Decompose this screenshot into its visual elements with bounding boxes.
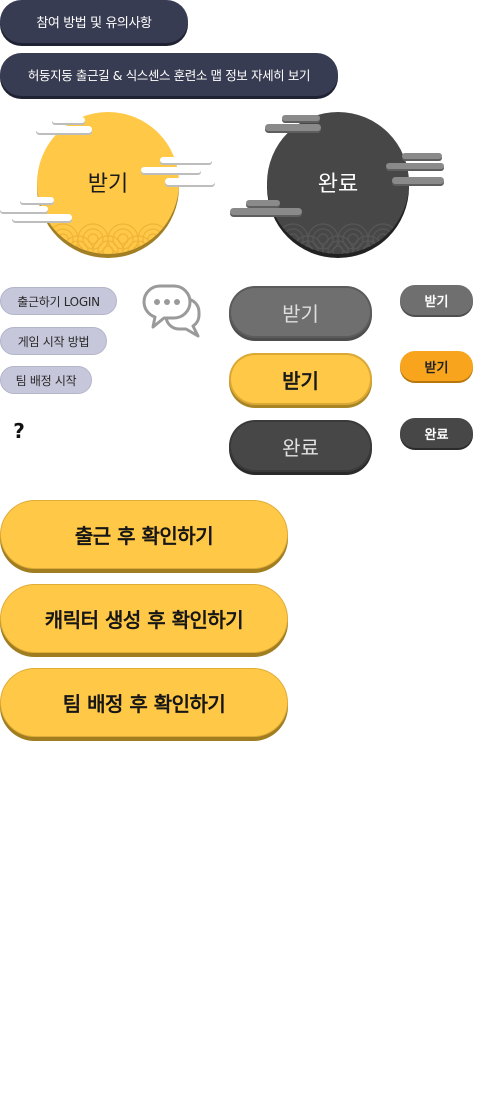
- wave-arc: [152, 235, 179, 254]
- receive-small-button-label: 받기: [424, 360, 449, 376]
- wave-arc: [387, 240, 409, 254]
- done-button[interactable]: 완료: [229, 420, 372, 472]
- confirm-button-label: 캐릭터 생성 후 확인하기: [44, 608, 244, 632]
- login-pill-button[interactable]: 출근하기 LOGIN: [0, 287, 117, 315]
- receive-small-button-active[interactable]: 받기: [400, 351, 473, 381]
- receive-circle-button[interactable]: 받기: [33, 112, 183, 266]
- receive-circle-label: 받기: [88, 172, 128, 197]
- guide-button[interactable]: 참여 방법 및 유의사항: [0, 0, 188, 43]
- receive-button-active[interactable]: 받기: [229, 353, 372, 405]
- wave-arc: [382, 235, 409, 254]
- receive-small-button-disabled[interactable]: 받기: [400, 285, 473, 315]
- confirm-after-commute-button[interactable]: 출근 후 확인하기: [0, 500, 288, 569]
- reward-circles: 받기 완료: [0, 112, 444, 266]
- cloud-icon: [265, 115, 321, 133]
- map-info-button-label: 허둥지둥 출근길 & 식스센스 훈련소 맵 정보 자세히 보기: [27, 68, 311, 83]
- done-small-button-label: 완료: [424, 427, 449, 443]
- wave-arc: [37, 235, 64, 254]
- wave-arc: [392, 245, 404, 254]
- wave-arc: [267, 235, 294, 254]
- how-to-play-pill-button[interactable]: 게임 시작 방법: [0, 327, 107, 355]
- wave-arc: [37, 240, 59, 254]
- login-pill-label: 출근하기 LOGIN: [17, 294, 100, 309]
- confirm-after-character-button[interactable]: 캐릭터 생성 후 확인하기: [0, 584, 288, 653]
- receive-button-label: 받기: [282, 368, 319, 393]
- wave-arc: [162, 245, 174, 254]
- confirm-button-label: 출근 후 확인하기: [74, 524, 214, 548]
- confirm-button-label: 팀 배정 후 확인하기: [62, 692, 226, 716]
- team-assign-pill-button[interactable]: 팀 배정 시작: [0, 366, 92, 394]
- receive-button-disabled[interactable]: 받기: [229, 286, 372, 338]
- cloud-icon: [36, 117, 92, 135]
- receive-small-button-label: 받기: [424, 294, 449, 310]
- how-to-play-pill-label: 게임 시작 방법: [17, 334, 90, 349]
- confirm-after-team-button[interactable]: 팀 배정 후 확인하기: [0, 668, 288, 737]
- wave-arc: [42, 245, 54, 254]
- wave-arc: [272, 245, 284, 254]
- wave-arc: [267, 240, 289, 254]
- chat-bubbles-icon[interactable]: [142, 283, 206, 341]
- guide-button-label: 참여 방법 및 유의사항: [36, 16, 152, 31]
- done-circle-button[interactable]: 완료: [263, 112, 413, 266]
- done-button-label: 완료: [282, 435, 319, 460]
- map-info-button[interactable]: 허둥지둥 출근길 & 식스센스 훈련소 맵 정보 자세히 보기: [0, 53, 338, 96]
- help-mark[interactable]: ?: [8, 417, 30, 445]
- receive-button-label: 받기: [282, 301, 319, 326]
- done-circle-label: 완료: [318, 172, 358, 197]
- team-assign-pill-label: 팀 배정 시작: [15, 373, 77, 388]
- done-small-button[interactable]: 완료: [400, 418, 473, 448]
- wave-arc: [157, 240, 179, 254]
